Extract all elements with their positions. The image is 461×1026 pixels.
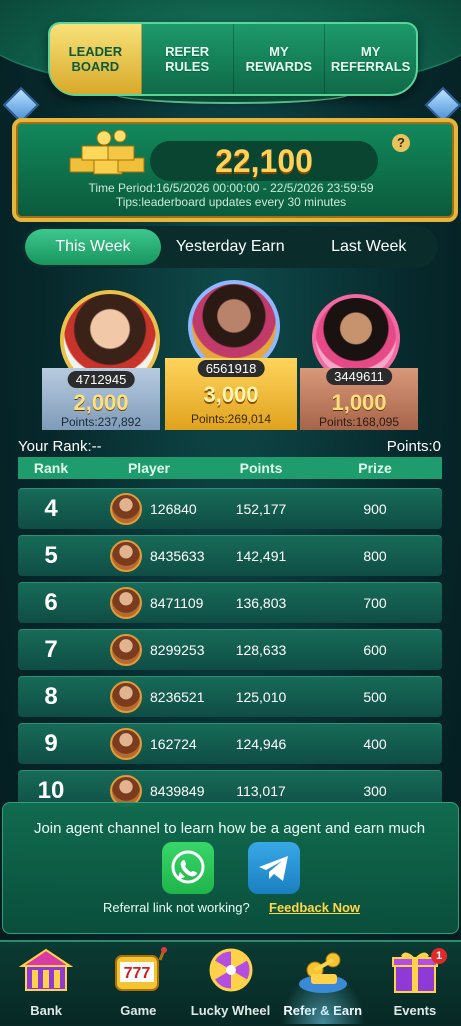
first-points: Points:269,014 [190, 412, 272, 426]
nav-events[interactable]: Events 1 [369, 942, 461, 1026]
agent-channel-text: Join agent channel to learn how be a age… [33, 820, 426, 837]
header-rank: Rank [33, 460, 69, 476]
tab-my-referrals[interactable]: MY REFERRALS [325, 24, 416, 94]
feedback-now-link[interactable]: Feedback Now [269, 900, 360, 915]
svg-text:777: 777 [124, 965, 151, 982]
row-points: 124,946 [235, 736, 287, 752]
player-avatar [110, 634, 142, 666]
your-points: Points:0 [386, 438, 441, 455]
table-row[interactable]: 5 8435633 142,491 800 [18, 535, 442, 576]
row-player: 8299253 [150, 642, 205, 658]
nav-bank-label: Bank [30, 1003, 62, 1018]
tab-this-week[interactable]: This Week [25, 229, 161, 265]
row-rank: 4 [44, 495, 58, 522]
player-avatar [110, 728, 142, 760]
player-avatar [110, 681, 142, 713]
row-rank: 6 [44, 589, 58, 616]
row-points: 113,017 [236, 783, 286, 799]
nav-refer-earn[interactable]: Refer & Earn [277, 942, 369, 1026]
row-player: 126840 [150, 501, 197, 517]
nav-lucky-wheel-label: Lucky Wheel [190, 1003, 271, 1018]
slot-777-icon: 777 [115, 947, 168, 991]
referral-question: Referral link not working? [103, 900, 250, 915]
telegram-icon[interactable] [248, 842, 300, 894]
third-prize: 1,000 [331, 390, 387, 415]
podium-first: 6561918 3,000 Points:269,014 [165, 358, 297, 430]
row-player: 162724 [150, 736, 197, 752]
third-points: Points:168,095 [318, 415, 400, 429]
week-tabs: This Week Yesterday Earn Last Week [22, 226, 438, 268]
row-points: 136,803 [235, 595, 287, 611]
podium-third: 3449611 1,000 Points:168,095 [300, 368, 418, 430]
row-points: 142,491 [235, 548, 287, 564]
tab-refer-rules[interactable]: REFER RULES [142, 24, 234, 94]
player-avatar [110, 540, 142, 572]
gold-bars-icon [69, 130, 145, 175]
refer-earn-icon [298, 952, 347, 993]
first-prize: 3,000 [203, 382, 259, 407]
table-header: Rank Player Points Prize [18, 457, 442, 479]
tab-my-rewards[interactable]: MY REWARDS [234, 24, 326, 94]
second-player-id: 4712945 [67, 371, 135, 388]
second-prize: 2,000 [73, 390, 129, 415]
bottom-nav: Bank 777 Game Lucky Wheel Refer & Earn E… [0, 940, 461, 1026]
events-badge: 1 [431, 948, 448, 964]
row-prize: 600 [363, 642, 387, 658]
tab-leaderboard[interactable]: LEADER BOARD [50, 24, 142, 94]
row-prize: 300 [363, 783, 387, 799]
tab-yesterday-earn[interactable]: Yesterday Earn [161, 238, 300, 256]
row-player: 8236521 [150, 689, 205, 705]
header-prize: Prize [358, 460, 392, 476]
time-period: Time Period:16/5/2026 00:00:00 - 22/5/20… [88, 181, 374, 195]
tab-last-week[interactable]: Last Week [300, 238, 439, 256]
help-icon[interactable]: ? [392, 134, 410, 152]
table-row[interactable]: 4 126840 152,177 900 [18, 488, 442, 529]
tips-text: Tips:leaderboard updates every 30 minute… [115, 195, 347, 209]
nav-game[interactable]: 777 Game [92, 942, 184, 1026]
row-prize: 800 [363, 548, 387, 564]
nav-refer-earn-label: Refer & Earn [283, 1003, 363, 1018]
player-avatar [110, 493, 142, 525]
wheel-icon [209, 948, 252, 992]
row-player: 8435633 [150, 548, 205, 564]
row-rank: 7 [44, 636, 58, 663]
row-rank: 8 [44, 683, 58, 710]
row-points: 128,633 [235, 642, 287, 658]
nav-lucky-wheel[interactable]: Lucky Wheel [184, 942, 276, 1026]
row-rank: 10 [37, 777, 65, 804]
table-row[interactable]: 8 8236521 125,010 500 [18, 676, 442, 717]
prize-pool-amount: 22,100 [150, 141, 378, 181]
your-rank: Your Rank:-- [18, 438, 102, 455]
bank-icon [18, 948, 74, 991]
nav-bank[interactable]: Bank [0, 942, 92, 1026]
row-prize: 700 [363, 595, 387, 611]
podium-second: 4712945 2,000 Points:237,892 [42, 368, 160, 430]
whatsapp-icon[interactable] [162, 842, 214, 894]
top-tab-strip: LEADER BOARD REFER RULES MY REWARDS MY R… [48, 22, 418, 96]
header-player: Player [127, 460, 171, 476]
nav-game-label: Game [120, 1003, 157, 1018]
table-row[interactable]: 9 162724 124,946 400 [18, 723, 442, 764]
second-points: Points:237,892 [60, 415, 142, 429]
row-points: 125,010 [235, 689, 287, 705]
table-row[interactable]: 6 8471109 136,803 700 [18, 582, 442, 623]
table-row[interactable]: 7 8299253 128,633 600 [18, 629, 442, 670]
player-avatar [110, 587, 142, 619]
row-points: 152,177 [235, 501, 287, 517]
row-prize: 900 [363, 501, 387, 517]
row-player: 8439849 [150, 783, 205, 799]
row-rank: 9 [44, 730, 58, 757]
row-player: 8471109 [150, 595, 204, 611]
first-player-id: 6561918 [197, 360, 265, 377]
row-rank: 5 [44, 542, 58, 569]
third-player-id: 3449611 [326, 368, 392, 385]
header-points: Points [239, 460, 283, 476]
row-prize: 500 [363, 689, 387, 705]
nav-events-label: Events [393, 1003, 437, 1018]
row-prize: 400 [363, 736, 387, 752]
